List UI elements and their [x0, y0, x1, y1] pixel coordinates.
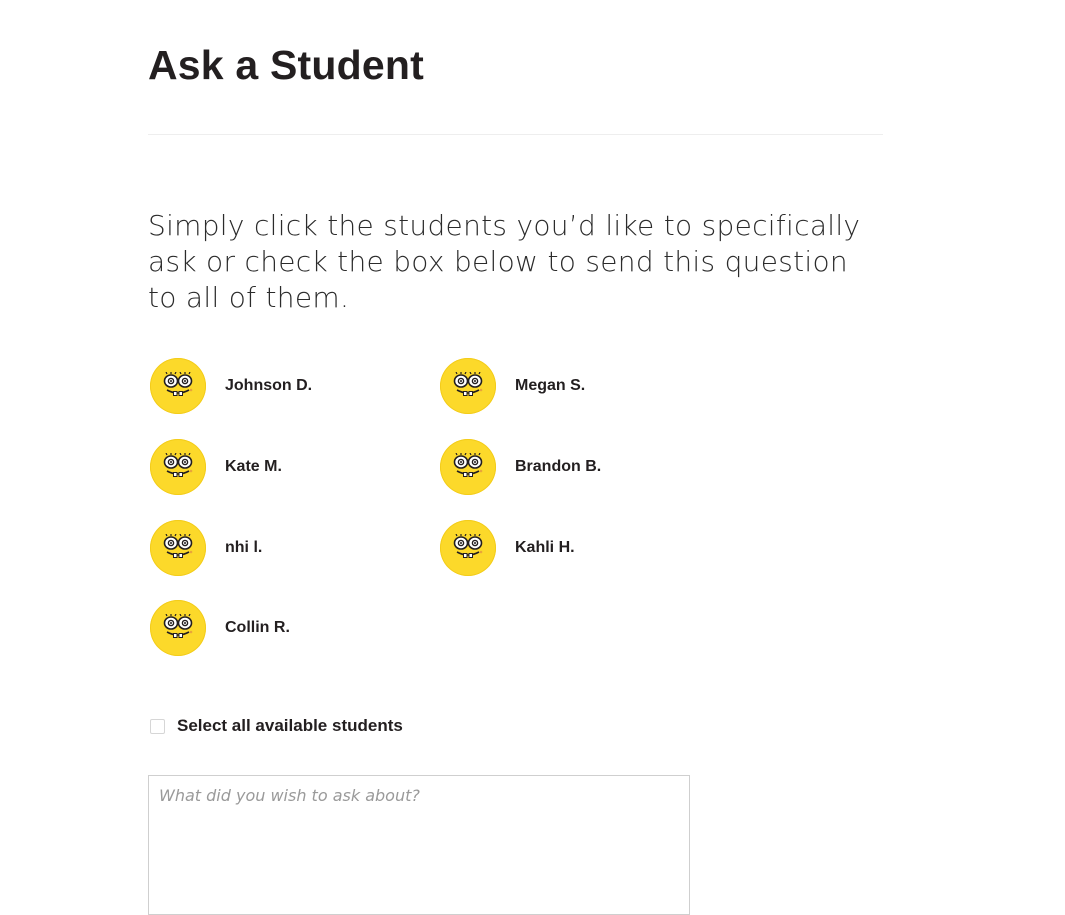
spongebob-avatar-icon — [150, 520, 206, 576]
student-name: Megan S. — [515, 377, 586, 394]
student-name: Kate M. — [225, 458, 282, 475]
spongebob-avatar-icon — [440, 520, 496, 576]
student-name: Collin R. — [225, 619, 290, 636]
student-name: Brandon B. — [515, 458, 602, 475]
student-name: Johnson D. — [225, 377, 313, 394]
select-all-students[interactable]: Select all available students — [150, 716, 403, 736]
spongebob-avatar-icon — [150, 358, 206, 414]
student-name: Kahli H. — [515, 539, 575, 556]
divider — [148, 134, 883, 135]
question-input[interactable] — [148, 775, 690, 915]
spongebob-avatar-icon — [440, 439, 496, 495]
student-johnson-d[interactable]: Johnson D. — [150, 358, 410, 414]
spongebob-avatar-icon — [150, 439, 206, 495]
select-all-label: Select all available students — [177, 716, 403, 735]
student-brandon-b[interactable]: Brandon B. — [440, 439, 700, 495]
student-kahli-h[interactable]: Kahli H. — [440, 520, 700, 576]
intro-text: Simply click the students you’d like to … — [148, 209, 861, 314]
student-collin-r[interactable]: Collin R. — [150, 600, 410, 656]
spongebob-avatar-icon — [440, 358, 496, 414]
student-megan-s[interactable]: Megan S. — [440, 358, 700, 414]
page-title: Ask a Student — [148, 42, 424, 88]
spongebob-avatar-icon — [150, 600, 206, 656]
select-all-checkbox[interactable] — [150, 718, 165, 734]
student-name: nhi l. — [225, 539, 263, 556]
student-kate-m[interactable]: Kate M. — [150, 439, 410, 495]
student-nhi-l[interactable]: nhi l. — [150, 520, 410, 576]
